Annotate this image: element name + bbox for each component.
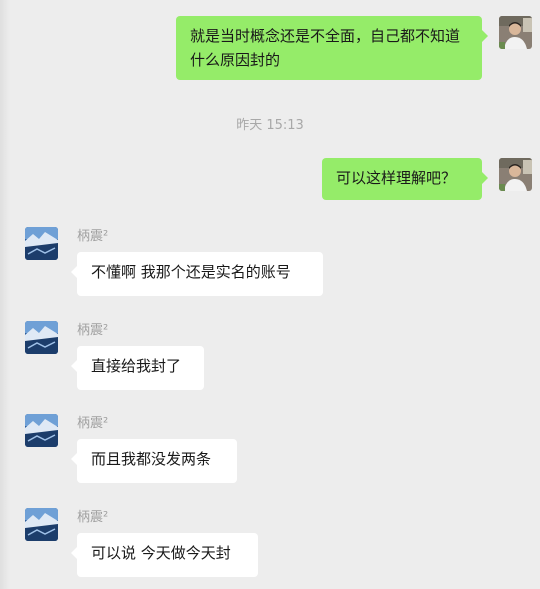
message-timestamp: 昨天 15:13 (236, 118, 304, 133)
contact-avatar[interactable] (25, 414, 58, 447)
contact-message-bubble[interactable]: 可以说 今天做今天封 (71, 533, 258, 577)
contact-message-bubble[interactable]: 而且我都没发两条 (71, 439, 237, 483)
chat-window: 就是当时概念还是不全面，自己都不知道什么原因封的 昨天 15:13 可以这样理解… (0, 0, 540, 589)
landscape-photo-icon (25, 227, 58, 260)
my-message-bubble[interactable]: 就是当时概念还是不全面，自己都不知道什么原因封的 (176, 16, 488, 80)
user-photo-icon (499, 16, 532, 49)
contact-message-bubble[interactable]: 直接给我封了 (71, 346, 204, 390)
landscape-photo-icon (25, 508, 58, 541)
contact-avatar[interactable] (25, 508, 58, 541)
sender-name: 柄震² (77, 510, 109, 525)
landscape-photo-icon (25, 321, 58, 354)
contact-avatar[interactable] (25, 227, 58, 260)
sender-name: 柄震² (77, 416, 109, 431)
sender-name: 柄震² (77, 323, 109, 338)
user-photo-icon (499, 158, 532, 191)
my-avatar[interactable] (499, 16, 532, 49)
contact-avatar[interactable] (25, 321, 58, 354)
contact-message-bubble[interactable]: 不懂啊 我那个还是实名的账号 (71, 252, 323, 296)
landscape-photo-icon (25, 414, 58, 447)
my-message-bubble[interactable]: 可以这样理解吧？ (322, 158, 488, 200)
sender-name: 柄震² (77, 229, 109, 244)
my-avatar[interactable] (499, 158, 532, 191)
panel-shadow (0, 0, 10, 589)
